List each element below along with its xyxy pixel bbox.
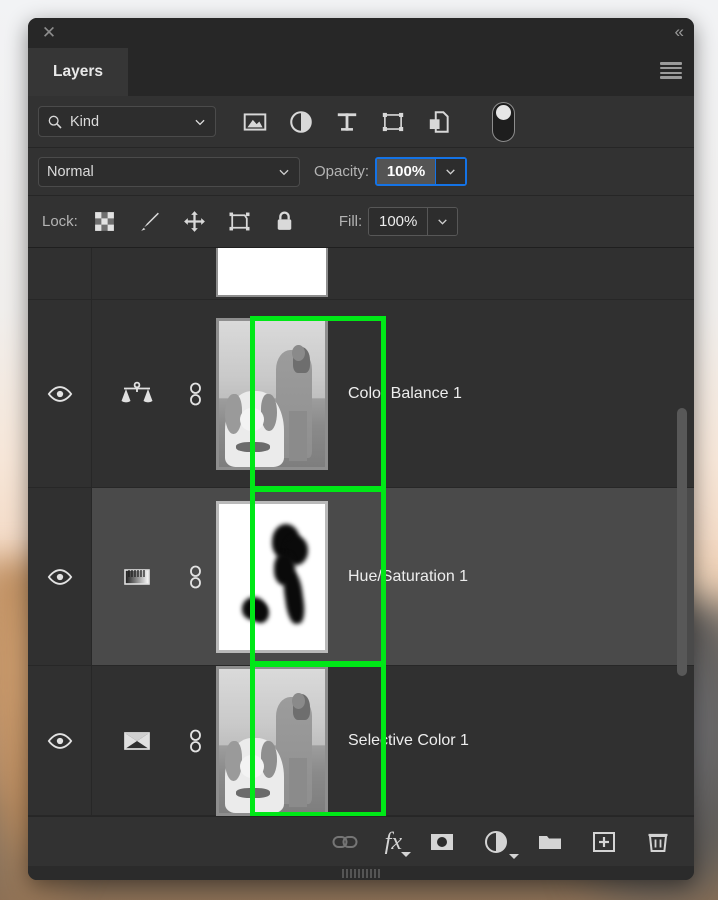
- layers-scrollbar-thumb[interactable]: [677, 408, 687, 676]
- fx-label: fx: [385, 830, 402, 854]
- lock-buttons: [92, 209, 297, 234]
- layer-thumbnail-cell[interactable]: [208, 501, 336, 653]
- pixel-layer-filter-icon[interactable]: [242, 109, 268, 135]
- opacity-label: Opacity:: [314, 163, 369, 180]
- folder-icon[interactable]: [536, 828, 564, 856]
- fill-field[interactable]: 100%: [368, 207, 458, 236]
- lock-position-icon[interactable]: [182, 209, 207, 234]
- mask-strokes: [219, 504, 325, 650]
- chevron-down-icon: [444, 165, 457, 178]
- color-balance-scales-icon: [120, 379, 154, 409]
- eye-icon: [47, 385, 73, 403]
- lock-label: Lock:: [42, 213, 78, 230]
- layer-icon-cell: [92, 379, 182, 409]
- chevron-down-icon: [436, 215, 449, 228]
- tab-layers[interactable]: Layers: [28, 48, 128, 96]
- layer-thumbnail-cell[interactable]: [208, 666, 336, 816]
- link-mask-icon: [188, 382, 203, 406]
- layer-name-color-balance[interactable]: Color Balance 1: [336, 385, 462, 403]
- caret-down-icon: [401, 852, 411, 857]
- layer-icon-cell: [92, 562, 182, 592]
- layer-link-cell[interactable]: [182, 729, 208, 753]
- layer-row-hue-saturation[interactable]: Hue/Saturation 1: [28, 488, 694, 666]
- layer-style-button[interactable]: fx: [385, 830, 402, 854]
- layer-row-body[interactable]: Selective Color 1: [92, 666, 694, 815]
- layer-name-hue-saturation[interactable]: Hue/Saturation 1: [336, 568, 468, 586]
- layer-thumbnail-photo[interactable]: [216, 318, 328, 470]
- blend-mode-select[interactable]: Normal: [38, 157, 300, 187]
- link-mask-icon: [188, 729, 203, 753]
- link-mask-icon: [188, 565, 203, 589]
- lock-fill-bar: Lock:: [28, 196, 694, 248]
- lock-artboard-nesting-icon[interactable]: [227, 209, 252, 234]
- adjustment-layer-filter-icon[interactable]: [288, 109, 314, 135]
- opacity-dropdown-button[interactable]: [435, 159, 465, 184]
- visibility-toggle-hue-saturation[interactable]: [28, 488, 92, 665]
- opacity-value[interactable]: 100%: [377, 159, 435, 184]
- close-icon[interactable]: ✕: [38, 22, 60, 44]
- layer-row-body[interactable]: [92, 248, 694, 299]
- collapse-panel-icon[interactable]: «: [675, 21, 682, 43]
- blend-mode-value: Normal: [47, 164, 277, 180]
- eye-icon: [47, 568, 73, 586]
- visibility-cell[interactable]: [28, 248, 92, 299]
- add-mask-icon[interactable]: [428, 828, 456, 856]
- type-layer-filter-icon[interactable]: [334, 109, 360, 135]
- caret-down-icon: [509, 854, 519, 859]
- lock-transparent-pixels-icon[interactable]: [92, 209, 117, 234]
- blend-opacity-bar: Normal Opacity: 100%: [28, 148, 694, 196]
- chevron-down-icon: [193, 115, 207, 129]
- layer-thumbnail-cell[interactable]: [208, 318, 336, 470]
- layers-scrollbar[interactable]: [672, 248, 690, 816]
- trash-icon[interactable]: [644, 828, 672, 856]
- filter-enable-toggle[interactable]: [492, 102, 515, 142]
- new-layer-plus-icon[interactable]: [590, 828, 618, 856]
- hue-saturation-gradient-icon: [120, 562, 154, 592]
- layer-thumbnail-photo[interactable]: [216, 666, 328, 816]
- visibility-toggle-color-balance[interactable]: [28, 300, 92, 487]
- thumbnail-image: [219, 669, 325, 813]
- selective-color-bowtie-icon: [120, 726, 154, 756]
- link-icon[interactable]: [331, 828, 359, 856]
- layer-row-body[interactable]: Color Balance 1: [92, 300, 694, 487]
- panel-title-bar: ✕ «: [28, 18, 694, 48]
- layers-list[interactable]: Color Balance 1: [28, 248, 694, 816]
- filter-kind-label: Kind: [70, 114, 186, 130]
- lock-all-icon[interactable]: [272, 209, 297, 234]
- panel-tab-bar: Layers: [28, 48, 694, 96]
- chevron-down-icon: [277, 165, 291, 179]
- filter-kind-select[interactable]: Kind: [38, 106, 216, 137]
- thumbnail-image: [219, 321, 325, 467]
- panel-resize-grip[interactable]: [28, 866, 694, 880]
- layer-row-color-balance[interactable]: Color Balance 1: [28, 300, 694, 488]
- layer-mask-thumbnail[interactable]: [216, 501, 328, 653]
- fill-dropdown-button[interactable]: [427, 208, 457, 235]
- layer-name-selective-color[interactable]: Selective Color 1: [336, 732, 469, 750]
- smart-object-filter-icon[interactable]: [426, 109, 452, 135]
- layer-thumbnail-cell[interactable]: [208, 251, 336, 297]
- layer-row-body[interactable]: Hue/Saturation 1: [92, 488, 694, 665]
- layer-link-cell[interactable]: [182, 382, 208, 406]
- eye-icon: [47, 732, 73, 750]
- search-icon: [47, 114, 63, 130]
- fill-value[interactable]: 100%: [369, 208, 427, 235]
- layer-row-selective-color[interactable]: Selective Color 1: [28, 666, 694, 816]
- layer-filter-bar: Kind: [28, 96, 694, 148]
- layers-panel: ✕ « Layers Kind: [28, 18, 694, 880]
- filter-type-buttons: [242, 102, 515, 142]
- opacity-field[interactable]: 100%: [375, 157, 467, 186]
- new-adjustment-layer-button[interactable]: [482, 828, 510, 856]
- layers-bottom-toolbar: fx: [28, 816, 694, 866]
- hamburger-menu-icon[interactable]: [660, 62, 682, 79]
- fill-label: Fill:: [339, 213, 362, 230]
- lock-image-pixels-icon[interactable]: [137, 209, 162, 234]
- layer-row-partial[interactable]: [28, 248, 694, 300]
- shape-layer-filter-icon[interactable]: [380, 109, 406, 135]
- tab-layers-label: Layers: [53, 63, 103, 81]
- layer-link-cell[interactable]: [182, 565, 208, 589]
- visibility-toggle-selective-color[interactable]: [28, 666, 92, 815]
- layer-thumbnail-white[interactable]: [216, 248, 328, 297]
- layer-icon-cell: [92, 726, 182, 756]
- adjustment-circle-icon: [482, 828, 510, 856]
